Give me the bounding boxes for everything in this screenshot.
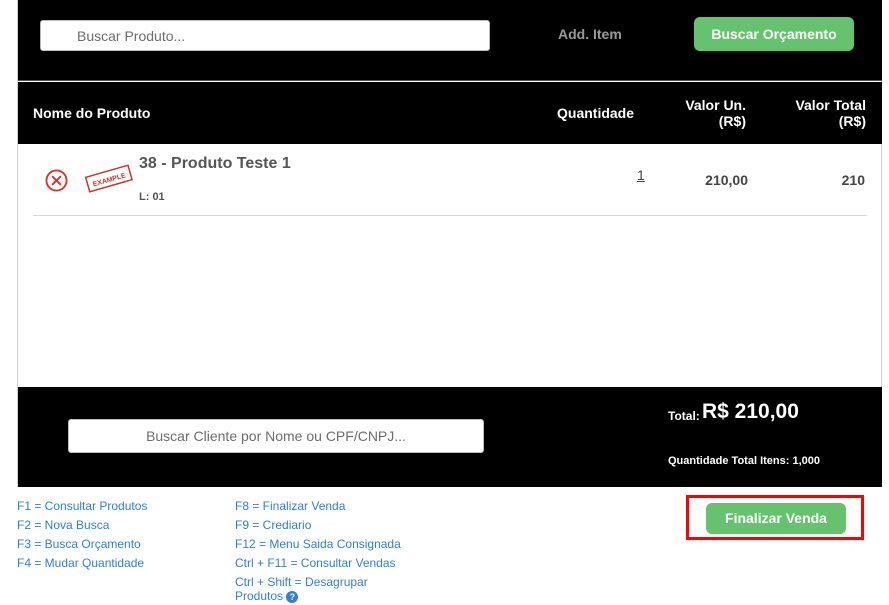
column-header-unit-value: Valor Un. (R$)	[678, 97, 746, 129]
column-header-quantity: Quantidade	[557, 105, 635, 121]
shortcut-f2[interactable]: F2 = Nova Busca	[17, 516, 147, 535]
totals-bar: Total: R$ 210,00 Quantidade Total Itens:…	[18, 387, 882, 487]
shortcut-f4[interactable]: F4 = Mudar Quantidade	[17, 554, 147, 573]
product-unit-value: 210,00	[705, 172, 748, 188]
product-total-value: 210	[841, 172, 865, 188]
shortcuts-left: F1 = Consultar Produtos F2 = Nova Busca …	[17, 497, 147, 573]
total-value-header-line1: Valor Total	[795, 97, 866, 113]
shortcut-f1[interactable]: F1 = Consultar Produtos	[17, 497, 147, 516]
shortcut-f12[interactable]: F12 = Menu Saida Consignada	[235, 535, 415, 554]
column-header-name: Nome do Produto	[33, 105, 151, 121]
shortcut-f3[interactable]: F3 = Busca Orçamento	[17, 535, 147, 554]
client-search-input[interactable]	[68, 419, 484, 453]
search-budget-button[interactable]: Buscar Orçamento	[694, 17, 854, 51]
unit-value-header-line2: (R$)	[718, 113, 746, 129]
product-lot: L: 01	[139, 191, 165, 203]
table-header: Nome do Produto Quantidade Valor Un. (R$…	[18, 82, 882, 144]
total-label: Total:	[668, 409, 700, 423]
product-quantity-link[interactable]: 1	[637, 167, 645, 183]
product-search-bar: Add. Item Buscar Orçamento	[18, 0, 882, 81]
remove-circle-icon[interactable]	[45, 169, 68, 192]
shortcut-ctrl-shift-label: Ctrl + Shift = Desagrupar Produtos	[235, 575, 368, 603]
help-icon[interactable]: ?	[286, 590, 299, 603]
shortcut-ctrl-f11[interactable]: Ctrl + F11 = Consultar Vendas	[235, 554, 415, 573]
table-row: EXAMPLE 38 - Produto Teste 1 L: 01 1 210…	[33, 144, 867, 216]
shortcut-f8[interactable]: F8 = Finalizar Venda	[235, 497, 415, 516]
product-thumbnail: EXAMPLE	[84, 164, 134, 193]
product-name: 38 - Produto Teste 1	[139, 155, 291, 172]
unit-value-header-line1: Valor Un.	[685, 97, 746, 113]
total-value: R$ 210,00	[702, 400, 799, 423]
total-value-header-line2: (R$)	[838, 113, 866, 129]
total-items-label: Quantidade Total Itens:	[668, 455, 790, 467]
total-items: Quantidade Total Itens: 1,000	[668, 455, 820, 467]
shortcut-ctrl-shift[interactable]: Ctrl + Shift = Desagrupar Produtos ?	[235, 575, 415, 603]
product-search-input[interactable]	[40, 20, 490, 51]
shortcut-f9[interactable]: F9 = Crediario	[235, 516, 415, 535]
shortcuts-right: F8 = Finalizar Venda F9 = Crediario F12 …	[235, 497, 415, 603]
finalize-sale-button[interactable]: Finalizar Venda	[706, 503, 846, 534]
pos-panel: Add. Item Buscar Orçamento Nome do Produ…	[17, 0, 882, 487]
finalize-highlight: Finalizar Venda	[686, 495, 864, 540]
column-header-total-value: Valor Total (R$)	[778, 97, 866, 129]
total-items-value: 1,000	[792, 455, 821, 467]
add-item-button[interactable]: Add. Item	[558, 26, 622, 42]
